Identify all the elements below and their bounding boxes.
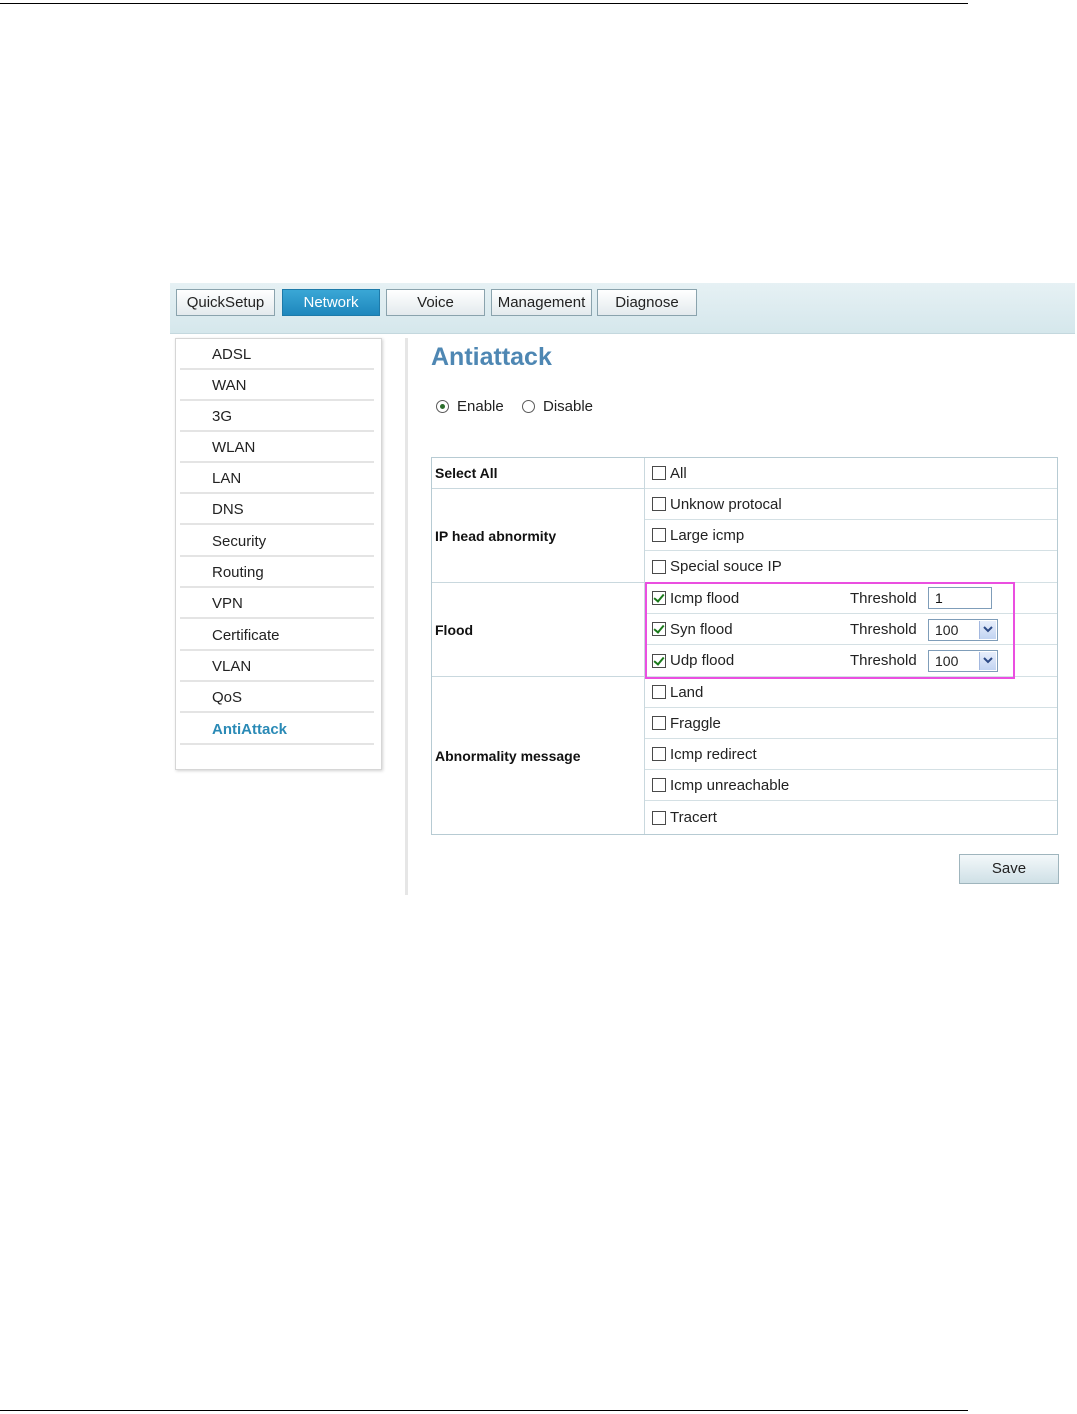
all-checkbox[interactable] — [652, 466, 666, 480]
fraggle-label: Fraggle — [670, 714, 721, 732]
chevron-down-icon[interactable] — [979, 621, 996, 639]
all-label: All — [670, 464, 687, 482]
disable-radio[interactable] — [522, 400, 535, 413]
option-row-tracert: Tracert — [645, 801, 1057, 834]
select-all-label: Select All — [432, 458, 645, 489]
enable-option[interactable]: Enable — [436, 398, 504, 415]
syn-flood-threshold-select[interactable]: 100 — [928, 619, 998, 641]
option-row-all: All — [645, 458, 1057, 489]
tab-management[interactable]: Management — [491, 289, 592, 316]
land-checkbox[interactable] — [652, 685, 666, 699]
syn-flood-label: Syn flood — [670, 620, 733, 638]
sidebar-item-adsl[interactable]: ADSL — [180, 340, 374, 370]
icmp-redirect-label: Icmp redirect — [670, 745, 757, 763]
sidebar-item-3g[interactable]: 3G — [180, 402, 374, 432]
sidebar-item-vpn[interactable]: VPN — [180, 589, 374, 619]
land-label: Land — [670, 683, 704, 701]
syn-flood-threshold-value: 100 — [935, 622, 959, 638]
sidebar-item-vlan[interactable]: VLAN — [180, 652, 374, 682]
option-row-large-icmp: Large icmp — [645, 520, 1057, 551]
syn-flood-threshold-label: Threshold — [850, 620, 917, 638]
option-row-icmp-redirect: Icmp redirect — [645, 739, 1057, 770]
udp-flood-label: Udp flood — [670, 652, 735, 669]
sidebar-item-security[interactable]: Security — [180, 527, 374, 557]
icmp-redirect-checkbox[interactable] — [652, 747, 666, 761]
page-bottom-rule — [0, 1410, 968, 1411]
sidebar-item-lan[interactable]: LAN — [180, 464, 374, 494]
sidebar-item-antiattack[interactable]: AntiAttack — [180, 715, 374, 745]
content-divider — [405, 338, 408, 895]
tab-network[interactable]: Network — [282, 289, 380, 316]
disable-option[interactable]: Disable — [522, 398, 593, 415]
icmp-flood-label: Icmp flood — [670, 589, 740, 607]
large-icmp-label: Large icmp — [670, 526, 745, 544]
fraggle-checkbox[interactable] — [652, 716, 666, 730]
icmp-flood-checkbox[interactable] — [652, 591, 666, 605]
icmp-flood-threshold-input[interactable] — [928, 587, 992, 609]
udp-flood-threshold-label: Threshold — [850, 652, 917, 669]
icmp-flood-threshold-label: Threshold — [850, 589, 917, 607]
option-row-syn-flood: Syn flood Threshold 100 — [645, 614, 1057, 645]
top-nav: QuickSetup Network Voice Management Diag… — [170, 283, 1075, 334]
option-row-unknow-protocal: Unknow protocal — [645, 489, 1057, 520]
chevron-down-icon[interactable] — [979, 652, 996, 670]
icmp-unreachable-label: Icmp unreachable — [670, 776, 790, 794]
abnormality-message-label: Abnormality message — [432, 677, 645, 834]
option-row-icmp-flood: Icmp flood Threshold — [645, 583, 1057, 614]
antiattack-table: Select All All IP head abnormity Unknow … — [431, 457, 1058, 835]
sidebar-item-wlan[interactable]: WLAN — [180, 433, 374, 463]
special-souce-ip-label: Special souce IP — [670, 558, 782, 575]
tracert-label: Tracert — [670, 809, 717, 826]
large-icmp-checkbox[interactable] — [652, 528, 666, 542]
sidebar-item-certificate[interactable]: Certificate — [180, 621, 374, 651]
ip-head-abnormity-label: IP head abnormity — [432, 489, 645, 583]
page-top-rule — [0, 3, 968, 4]
syn-flood-checkbox[interactable] — [652, 622, 666, 636]
special-souce-ip-checkbox[interactable] — [652, 559, 666, 574]
page-title: Antiattack — [431, 343, 552, 371]
icmp-unreachable-checkbox[interactable] — [652, 778, 666, 792]
tab-quicksetup[interactable]: QuickSetup — [176, 289, 275, 316]
udp-flood-threshold-value: 100 — [935, 653, 959, 669]
enable-label: Enable — [457, 398, 504, 415]
udp-flood-threshold-select[interactable]: 100 — [928, 650, 998, 672]
unknow-protocal-checkbox[interactable] — [652, 497, 666, 511]
tab-diagnose[interactable]: Diagnose — [597, 289, 697, 316]
sidebar-item-routing[interactable]: Routing — [180, 558, 374, 588]
sidebar-item-wan[interactable]: WAN — [180, 371, 374, 401]
option-row-land: Land — [645, 677, 1057, 708]
enable-radio[interactable] — [436, 400, 449, 413]
flood-label: Flood — [432, 583, 645, 677]
sidebar-item-dns[interactable]: DNS — [180, 495, 374, 525]
tab-voice[interactable]: Voice — [386, 289, 485, 316]
option-row-special-souce-ip: Special souce IP — [645, 551, 1057, 583]
save-button[interactable]: Save — [959, 854, 1059, 884]
option-row-fraggle: Fraggle — [645, 708, 1057, 739]
udp-flood-checkbox[interactable] — [652, 653, 666, 668]
unknow-protocal-label: Unknow protocal — [670, 495, 782, 513]
router-admin-screenshot: QuickSetup Network Voice Management Diag… — [170, 283, 1077, 895]
tracert-checkbox[interactable] — [652, 810, 666, 825]
option-row-udp-flood: Udp flood Threshold 100 — [645, 645, 1057, 677]
disable-label: Disable — [543, 398, 594, 415]
option-row-icmp-unreachable: Icmp unreachable — [645, 770, 1057, 801]
sidebar-item-qos[interactable]: QoS — [180, 683, 374, 713]
sidebar: ADSL WAN 3G WLAN LAN DNS Security Routin… — [175, 338, 382, 770]
